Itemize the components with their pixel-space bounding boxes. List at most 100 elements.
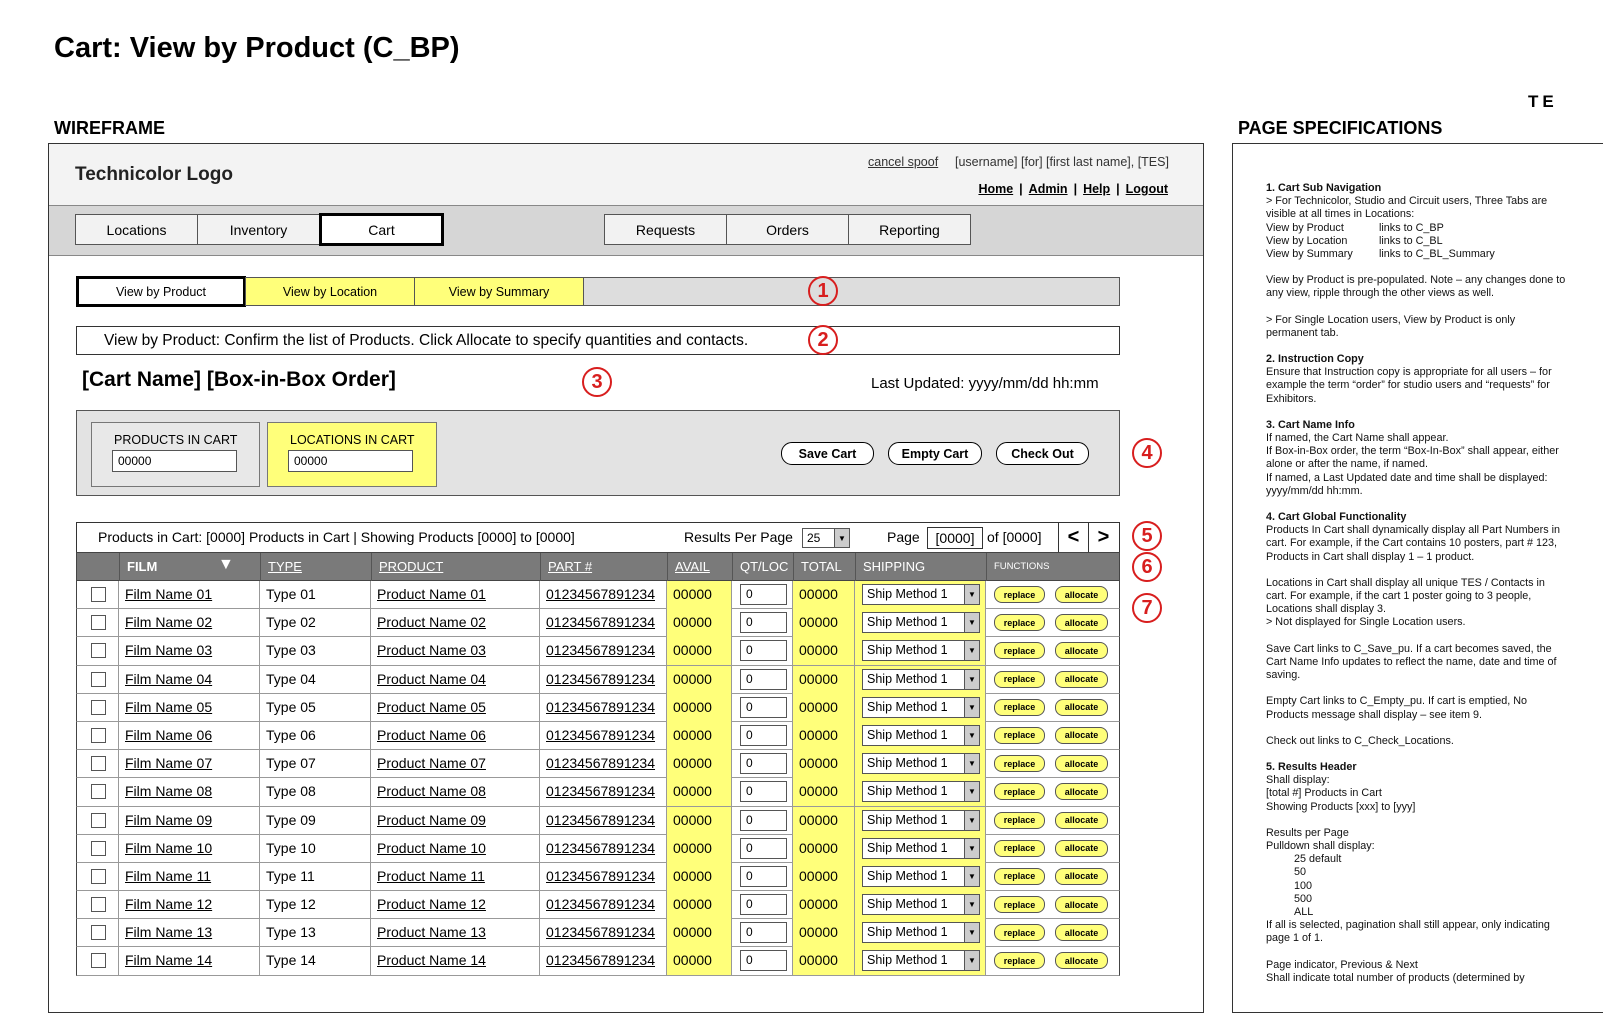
qty-per-location-input[interactable]: 0 [740, 724, 787, 746]
shipping-method-select[interactable]: Ship Method 1 ▼ [862, 753, 980, 775]
qty-per-location-input[interactable]: 0 [740, 640, 787, 662]
col-film[interactable]: FILM ▼ [119, 553, 260, 581]
shipping-method-select[interactable]: Ship Method 1 ▼ [862, 584, 980, 605]
tab-cart[interactable]: Cart [319, 213, 444, 246]
part-number-link[interactable]: 01234567891234 [546, 783, 655, 799]
row-checkbox[interactable] [91, 699, 106, 715]
part-number-link[interactable]: 01234567891234 [546, 671, 655, 687]
allocate-button[interactable]: allocate [1055, 698, 1108, 716]
shipping-method-select[interactable]: Ship Method 1 ▼ [862, 724, 980, 746]
qty-per-location-input[interactable]: 0 [740, 781, 787, 803]
row-checkbox[interactable] [91, 840, 106, 856]
part-number-link[interactable]: 01234567891234 [546, 812, 655, 828]
product-link[interactable]: Product Name 14 [377, 952, 486, 968]
allocate-button[interactable]: allocate [1055, 755, 1108, 773]
shipping-method-select[interactable]: Ship Method 1 ▼ [862, 668, 980, 690]
row-checkbox[interactable] [91, 812, 106, 828]
film-link[interactable]: Film Name 06 [125, 727, 212, 743]
shipping-method-select[interactable]: Ship Method 1 ▼ [862, 894, 980, 916]
film-link[interactable]: Film Name 07 [125, 755, 212, 771]
results-per-page-select[interactable]: 25 ▼ [802, 528, 850, 548]
allocate-button[interactable]: allocate [1055, 642, 1108, 660]
allocate-button[interactable]: allocate [1055, 924, 1108, 942]
film-link[interactable]: Film Name 09 [125, 812, 212, 828]
next-page-button[interactable]: > [1088, 523, 1118, 552]
allocate-button[interactable]: allocate [1055, 726, 1108, 744]
qty-per-location-input[interactable]: 0 [740, 612, 787, 634]
shipping-method-select[interactable]: Ship Method 1 ▼ [862, 837, 980, 859]
shipping-method-select[interactable]: Ship Method 1 ▼ [862, 950, 980, 972]
allocate-button[interactable]: allocate [1055, 586, 1108, 603]
qty-per-location-input[interactable]: 0 [740, 809, 787, 831]
replace-button[interactable]: replace [994, 670, 1045, 688]
allocate-button[interactable]: allocate [1055, 867, 1108, 885]
film-link[interactable]: Film Name 12 [125, 896, 212, 912]
qty-per-location-input[interactable]: 0 [740, 837, 787, 859]
product-link[interactable]: Product Name 03 [377, 642, 486, 658]
allocate-button[interactable]: allocate [1055, 670, 1108, 688]
replace-button[interactable]: replace [994, 896, 1045, 914]
replace-button[interactable]: replace [994, 698, 1045, 716]
product-link[interactable]: Product Name 11 [377, 868, 485, 884]
film-link[interactable]: Film Name 01 [125, 586, 212, 602]
part-number-link[interactable]: 01234567891234 [546, 755, 655, 771]
product-link[interactable]: Product Name 02 [377, 614, 486, 630]
row-checkbox[interactable] [91, 784, 106, 800]
replace-button[interactable]: replace [994, 811, 1045, 829]
replace-button[interactable]: replace [994, 586, 1045, 603]
shipping-method-select[interactable]: Ship Method 1 ▼ [862, 640, 980, 662]
previous-page-button[interactable]: < [1058, 523, 1088, 552]
product-link[interactable]: Product Name 04 [377, 671, 486, 687]
film-link[interactable]: Film Name 05 [125, 699, 212, 715]
tab-locations[interactable]: Locations [75, 214, 198, 245]
row-checkbox[interactable] [91, 868, 106, 884]
film-link[interactable]: Film Name 13 [125, 924, 212, 940]
film-link[interactable]: Film Name 10 [125, 840, 212, 856]
product-link[interactable]: Product Name 13 [377, 924, 486, 940]
shipping-method-select[interactable]: Ship Method 1 ▼ [862, 922, 980, 944]
replace-button[interactable]: replace [994, 839, 1045, 857]
product-link[interactable]: Product Name 12 [377, 896, 486, 912]
product-link[interactable]: Product Name 10 [377, 840, 486, 856]
film-link[interactable]: Film Name 11 [125, 868, 211, 884]
part-number-link[interactable]: 01234567891234 [546, 642, 655, 658]
allocate-button[interactable]: allocate [1055, 896, 1108, 914]
row-checkbox[interactable] [91, 615, 106, 631]
shipping-method-select[interactable]: Ship Method 1 ▼ [862, 865, 980, 887]
part-number-link[interactable]: 01234567891234 [546, 727, 655, 743]
replace-button[interactable]: replace [994, 726, 1045, 744]
replace-button[interactable]: replace [994, 755, 1045, 773]
home-link[interactable]: Home [978, 182, 1013, 196]
check-out-button[interactable]: Check Out [996, 442, 1089, 465]
part-number-link[interactable]: 01234567891234 [546, 699, 655, 715]
shipping-method-select[interactable]: Ship Method 1 ▼ [862, 612, 980, 634]
part-number-link[interactable]: 01234567891234 [546, 840, 655, 856]
col-avail[interactable]: AVAIL [667, 553, 732, 581]
qty-per-location-input[interactable]: 0 [740, 950, 787, 972]
help-link[interactable]: Help [1083, 182, 1110, 196]
subtab-view-by-summary[interactable]: View by Summary [414, 277, 584, 306]
col-part[interactable]: PART # [540, 553, 667, 581]
page-number-input[interactable]: [0000] [927, 527, 983, 549]
film-link[interactable]: Film Name 14 [125, 952, 212, 968]
tab-orders[interactable]: Orders [726, 214, 849, 245]
part-number-link[interactable]: 01234567891234 [546, 952, 655, 968]
row-checkbox[interactable] [91, 897, 106, 913]
replace-button[interactable]: replace [994, 642, 1045, 660]
row-checkbox[interactable] [91, 671, 106, 687]
product-link[interactable]: Product Name 07 [377, 755, 486, 771]
qty-per-location-input[interactable]: 0 [740, 668, 787, 690]
qty-per-location-input[interactable]: 0 [740, 865, 787, 887]
product-link[interactable]: Product Name 01 [377, 586, 486, 602]
product-link[interactable]: Product Name 09 [377, 812, 486, 828]
cancel-spoof-link[interactable]: cancel spoof [868, 155, 938, 169]
replace-button[interactable]: replace [994, 952, 1045, 970]
replace-button[interactable]: replace [994, 924, 1045, 942]
subtab-view-by-product[interactable]: View by Product [76, 276, 246, 307]
film-link[interactable]: Film Name 04 [125, 671, 212, 687]
empty-cart-button[interactable]: Empty Cart [888, 442, 982, 465]
part-number-link[interactable]: 01234567891234 [546, 924, 655, 940]
qty-per-location-input[interactable]: 0 [740, 894, 787, 916]
row-checkbox[interactable] [91, 727, 106, 743]
shipping-method-select[interactable]: Ship Method 1 ▼ [862, 809, 980, 831]
